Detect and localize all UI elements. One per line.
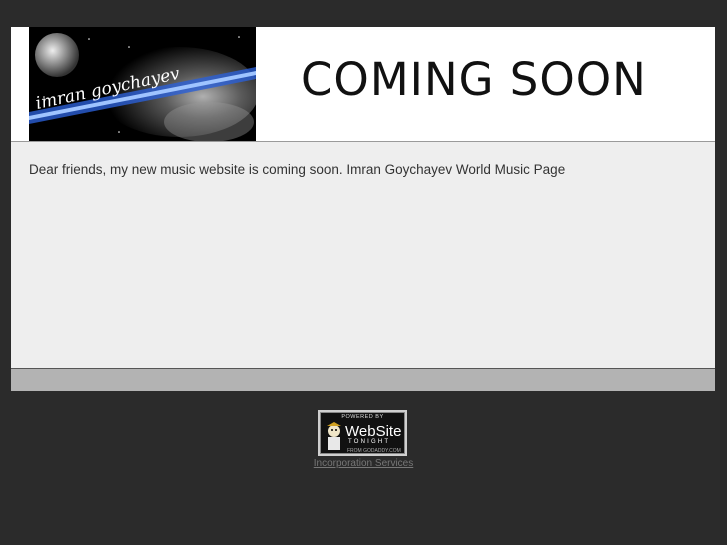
header: imran goychayev COMING SOON xyxy=(11,27,715,142)
badge-brand: WebSite xyxy=(345,423,402,440)
footer-bar xyxy=(11,369,715,391)
coming-soon-heading: COMING SOON xyxy=(301,53,647,106)
badge-from: FROM GODADDY.COM xyxy=(347,448,401,454)
badge-powered: POWERED BY xyxy=(341,414,384,420)
content-area: Dear friends, my new music website is co… xyxy=(11,142,715,369)
website-tonight-badge[interactable]: POWERED BY WebSite TONIGHT FROM GODADDY.… xyxy=(318,410,407,456)
badge-tonight: TONIGHT xyxy=(348,439,391,445)
page-container: imran goychayev COMING SOON Dear friends… xyxy=(11,27,715,391)
message-text: Dear friends, my new music website is co… xyxy=(29,162,566,177)
mascot-icon xyxy=(327,422,341,450)
banner-image: imran goychayev xyxy=(29,27,256,141)
incorporation-services-link[interactable]: Incorporation Services xyxy=(0,458,727,469)
badge-inner: POWERED BY WebSite TONIGHT FROM GODADDY.… xyxy=(320,412,405,454)
